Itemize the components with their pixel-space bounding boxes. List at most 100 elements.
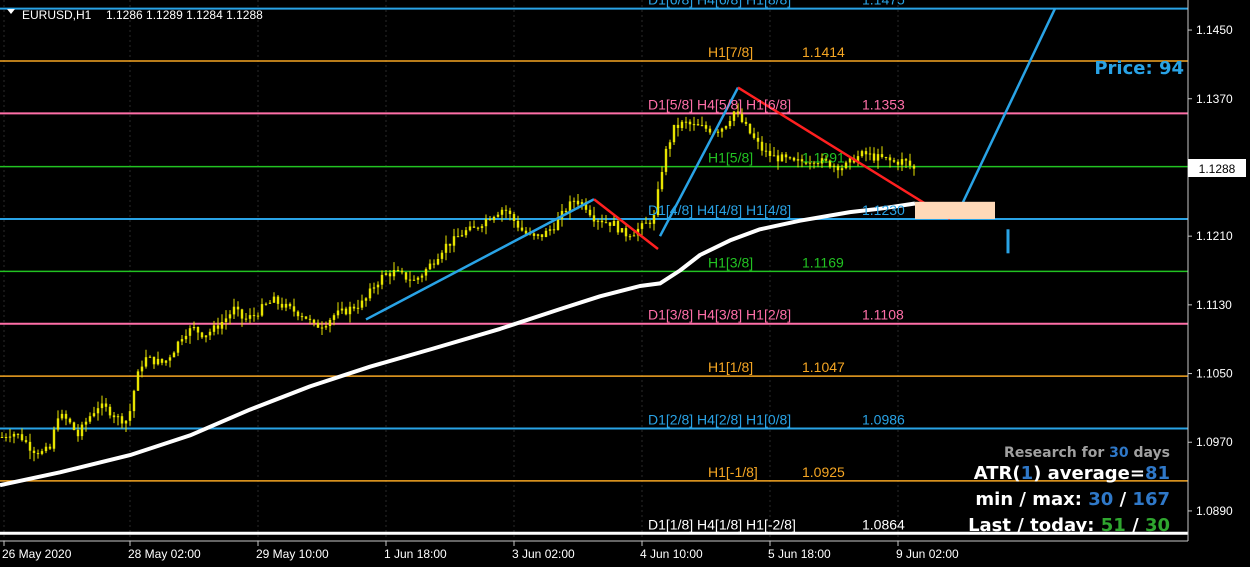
price-tick-label: 1.1370 — [1196, 92, 1233, 106]
candle-body — [548, 229, 552, 231]
candle-body — [180, 339, 184, 342]
candle-body — [696, 124, 700, 126]
candle-body — [564, 210, 568, 213]
candle-body — [660, 172, 664, 190]
candle-body — [312, 319, 316, 323]
candle-body — [412, 279, 416, 281]
candle-body — [748, 123, 752, 134]
candle-body — [284, 303, 288, 308]
candle-body — [880, 154, 884, 157]
candle-body — [648, 222, 652, 224]
candle-body — [252, 315, 256, 317]
current-price-tag: 1.1288 — [1188, 159, 1246, 177]
candle-body — [160, 358, 164, 363]
candle-body — [228, 314, 232, 319]
candle-body — [216, 325, 220, 329]
price-tick-label: 1.0890 — [1196, 504, 1233, 518]
candle-body — [384, 273, 388, 275]
candle-body — [632, 235, 636, 237]
candle-body — [64, 413, 68, 419]
murrey-level-value: 1.1108 — [862, 307, 904, 323]
candle-body — [56, 418, 60, 430]
candle-body — [728, 121, 732, 127]
candle-body — [420, 275, 424, 278]
murrey-level-value: 1.1047 — [802, 359, 845, 375]
candle-body — [220, 322, 224, 329]
candle-body — [172, 352, 176, 358]
candle-body — [296, 311, 300, 317]
candle-body — [644, 222, 648, 224]
candle-body — [416, 277, 420, 280]
candle-body — [308, 318, 312, 320]
candle-body — [156, 358, 160, 365]
candle-body — [356, 307, 360, 309]
candle-body — [444, 243, 448, 253]
candle-body — [776, 155, 780, 162]
candle-body — [388, 273, 392, 277]
candle-body — [780, 154, 784, 162]
candle-body — [136, 371, 140, 391]
candle-body — [448, 243, 452, 246]
time-tick-label: 26 May 2020 — [2, 547, 72, 561]
time-tick-label: 5 Jun 18:00 — [768, 547, 831, 561]
candle-body — [432, 263, 436, 265]
candle-body — [796, 159, 800, 161]
candle-body — [120, 416, 124, 424]
candle-body — [616, 221, 620, 233]
candle-body — [324, 326, 328, 328]
candle-body — [400, 270, 404, 273]
candle-body — [108, 406, 112, 416]
murrey-level-value: 1.0864 — [862, 516, 905, 532]
time-tick-label: 9 Jun 02:00 — [896, 547, 959, 561]
candle-body — [896, 161, 900, 165]
candle-body — [588, 209, 592, 216]
murrey-level-value: 1.1414 — [802, 44, 845, 60]
candle-body — [336, 310, 340, 316]
candle-body — [884, 157, 888, 158]
candle-body — [604, 222, 608, 224]
murrey-level-value: 1.1291 — [802, 150, 845, 166]
candle-body — [468, 226, 472, 231]
murrey-level-name: H1[5/8] — [708, 150, 753, 166]
candle-body — [300, 316, 304, 318]
candle-body — [212, 325, 216, 332]
candle-body — [84, 421, 88, 425]
candle-body — [20, 434, 24, 441]
candle-body — [688, 121, 692, 125]
murrey-level-value: 1.1353 — [862, 96, 905, 112]
candle-body — [620, 228, 624, 233]
candle-body — [900, 159, 904, 165]
candle-body — [116, 416, 120, 418]
candle-body — [512, 214, 516, 221]
candle-body — [304, 316, 308, 319]
candle-body — [872, 153, 876, 161]
candle-body — [192, 327, 196, 329]
candle-body — [676, 124, 680, 128]
chart-header: EURUSD,H1 1.1286 1.1289 1.1284 1.1288 — [7, 8, 263, 22]
candle-body — [600, 220, 604, 223]
candle-body — [68, 418, 72, 423]
candle-body — [668, 142, 672, 149]
candle-body — [908, 160, 912, 166]
candle-body — [44, 446, 48, 452]
candle-body — [60, 413, 64, 419]
candle-body — [344, 308, 348, 315]
candle-body — [112, 415, 116, 418]
candle-body — [500, 209, 504, 215]
candle-body — [200, 332, 204, 338]
candle-body — [436, 259, 440, 265]
candle-body — [152, 356, 156, 365]
candle-body — [532, 233, 536, 236]
murrey-level-name: D1[4/8] H4[4/8] H1[4/8] — [648, 202, 791, 218]
candle-body — [320, 327, 324, 329]
murrey-level-value: 1.1169 — [802, 254, 844, 270]
candle-body — [744, 121, 748, 124]
candle-body — [72, 422, 76, 430]
candle-body — [272, 296, 276, 303]
candle-body — [368, 288, 372, 299]
candle-body — [224, 318, 228, 322]
candle-body — [8, 436, 12, 438]
candle-body — [364, 298, 368, 301]
candle-body — [592, 215, 596, 222]
candle-body — [680, 121, 684, 128]
